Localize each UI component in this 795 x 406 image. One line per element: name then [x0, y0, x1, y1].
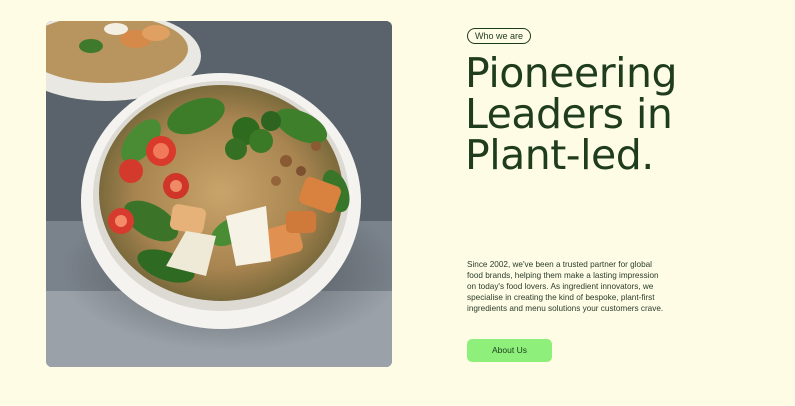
headline-line: Leaders in — [465, 90, 673, 138]
intro-line: food brands, helping them make a lasting… — [467, 271, 659, 280]
intro-line: Since 2002, we've been a trusted partner… — [467, 260, 652, 269]
headline: Pioneering Leaders in Plant-led. — [465, 53, 785, 176]
intro-line: on today's food lovers. As ingredient in… — [467, 282, 654, 291]
intro-line: specialise in creating the kind of bespo… — [467, 293, 655, 302]
about-us-button[interactable]: About Us — [467, 339, 552, 362]
intro-paragraph: Since 2002, we've been a trusted partner… — [467, 259, 707, 314]
intro-line: ingredients and menu solutions your cust… — [467, 304, 664, 313]
salad-bowl-illustration — [46, 21, 392, 367]
who-we-are-tag: Who we are — [467, 28, 532, 44]
salad-bowl-photo — [46, 21, 392, 367]
headline-line: Pioneering — [465, 49, 678, 97]
headline-line: Plant-led. — [465, 131, 654, 179]
